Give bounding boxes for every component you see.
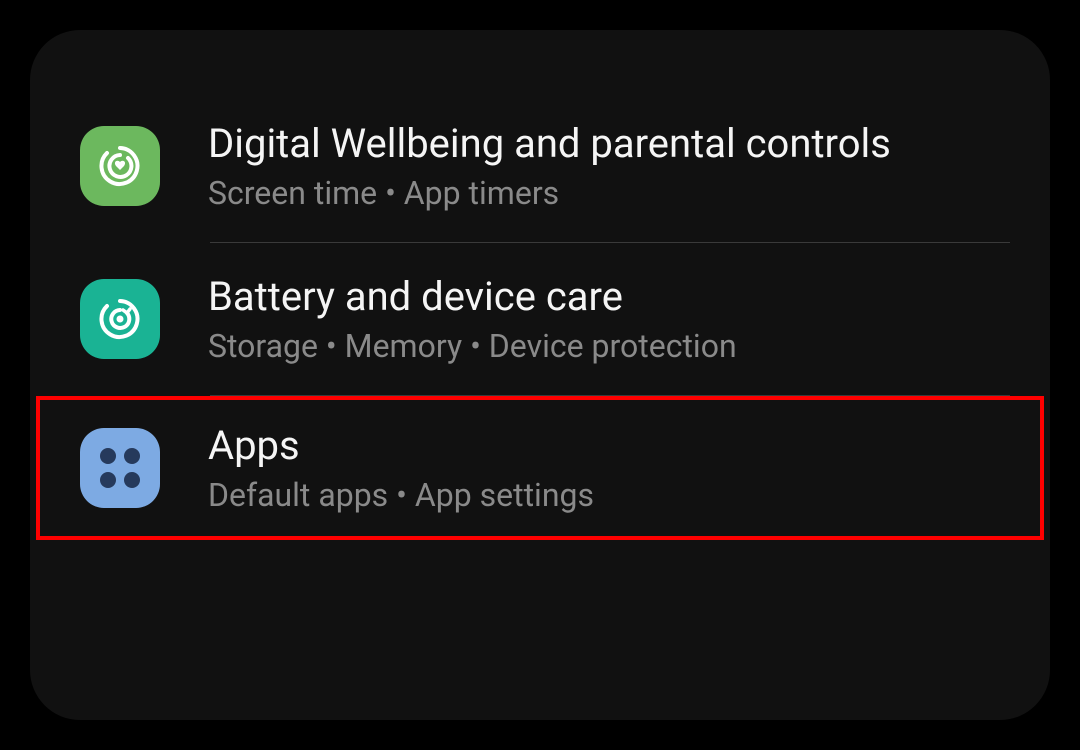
item-content: Digital Wellbeing and parental controls … <box>208 120 1000 212</box>
item-title: Apps <box>208 422 1000 470</box>
settings-item-devicecare[interactable]: Battery and device care Storage • Memory… <box>30 243 1050 395</box>
item-title: Digital Wellbeing and parental controls <box>208 120 1000 168</box>
settings-item-wellbeing[interactable]: Digital Wellbeing and parental controls … <box>30 90 1050 242</box>
settings-panel: Digital Wellbeing and parental controls … <box>30 30 1050 720</box>
devicecare-icon <box>80 279 160 359</box>
item-content: Battery and device care Storage • Memory… <box>208 273 1000 365</box>
apps-icon <box>80 428 160 508</box>
item-title: Battery and device care <box>208 273 1000 321</box>
item-subtitle: Default apps • App settings <box>208 476 1000 514</box>
item-subtitle: Storage • Memory • Device protection <box>208 327 1000 365</box>
settings-item-apps[interactable]: Apps Default apps • App settings <box>36 396 1044 540</box>
wellbeing-icon <box>80 126 160 206</box>
item-content: Apps Default apps • App settings <box>208 422 1000 514</box>
item-subtitle: Screen time • App timers <box>208 174 1000 212</box>
